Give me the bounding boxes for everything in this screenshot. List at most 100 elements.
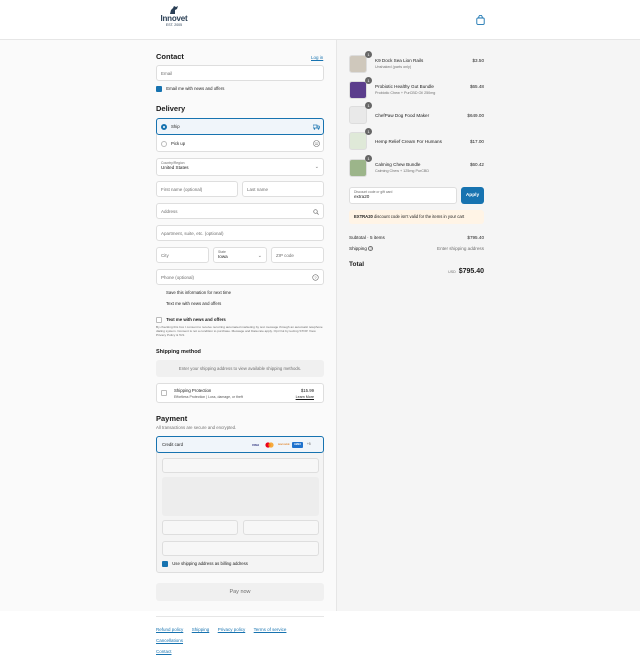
footer-links: Refund policy Shipping Privacy policy Te… [156,623,324,656]
discount-value: extra20 [354,194,370,200]
mastercard-icon [264,442,275,448]
total-value: $795.40 [458,268,484,275]
learn-more-link[interactable]: Learn More [296,395,314,399]
country-select[interactable]: Country/Region United States ⌄ [156,158,324,176]
product-thumbnail [349,106,367,124]
item-price: $3.50 [472,58,485,63]
billing-checkbox-row[interactable]: Use shipping address as billing address [162,561,248,567]
name-on-card-field[interactable] [162,541,319,556]
shopping-bag-icon[interactable] [476,15,485,25]
brand-name: Innovet [160,14,188,23]
footer-link-privacy[interactable]: Privacy policy [218,627,246,632]
quantity-badge: 1 [365,102,372,109]
text-offers-row[interactable]: Text me with news and offers [166,301,221,306]
subtotal-label: Subtotal · 5 items [349,235,385,240]
product-thumbnail [349,81,367,99]
chevron-down-icon: ⌄ [314,164,319,170]
delivery-heading: Delivery [156,104,186,113]
sms-disclaimer: By checking this box I consent to receiv… [156,325,323,337]
chevron-down-icon: ⌄ [257,253,262,259]
shipping-protection-card[interactable]: Shipping Protection Effortless Protectio… [156,383,324,403]
apply-button[interactable]: Apply [461,187,484,204]
discover-icon: DISCOVER [278,444,290,446]
shipping-value: Enter shipping address [437,246,484,251]
brand-logo[interactable]: Innovet EST. 2005 [158,5,190,27]
card-number-field[interactable] [162,458,319,473]
discount-field[interactable]: Discount code or gift card extra20 [349,187,457,204]
pay-now-button[interactable]: Pay now [156,583,324,601]
billing-label: Use shipping address as billing address [172,561,248,567]
footer-link-shipping[interactable]: Shipping [192,627,210,632]
footer-link-terms[interactable]: Terms of service [254,627,287,632]
total-label: Total [349,261,365,268]
save-info-row[interactable]: Save this information for next time [166,290,231,295]
shipping-method-heading: Shipping method [156,349,201,355]
delivery-option-ship[interactable]: Ship [156,118,324,135]
text-offers-label: Text me with news and offers [166,301,222,306]
first-name-field[interactable]: First name (optional) [156,181,238,197]
svg-text:?: ? [314,275,317,280]
header: Innovet EST. 2005 [0,0,640,40]
item-price: $65.48 [469,84,484,89]
delivery-option-pickup[interactable]: Pick up [157,136,323,152]
item-price: $60.42 [469,162,484,167]
card-fields-loading [162,477,319,516]
visa-icon: VISA [251,443,259,447]
login-link[interactable]: Log in [311,55,323,60]
footer-divider [156,616,324,617]
quantity-badge: 1 [365,51,372,58]
security-code-field[interactable] [243,520,319,535]
protection-desc: Effortless Protection | Loss, damage, or… [174,395,243,399]
footer-link-contact[interactable]: Contact [156,649,172,654]
item-variant: Probiotic Chew + PurCBD Oil 250mg [375,91,436,95]
item-variant: Calming Chew + 125mg PurCBD [375,169,430,173]
checkbox-unchecked[interactable] [156,317,162,323]
item-name: Hemp Relief Cream For Humans [375,139,442,144]
help-icon[interactable]: ? [368,246,374,252]
zip-placeholder: ZIP code [276,252,294,258]
currency-code: USD [448,270,456,274]
credit-card-label: Credit card [162,442,184,447]
zip-field[interactable]: ZIP code [271,247,324,263]
checkbox-checked[interactable] [162,561,168,567]
help-icon[interactable]: ? [312,274,319,281]
expiry-field[interactable] [162,520,238,535]
sms-heading: Text me with news and offers [166,317,226,323]
discount-error-code: EXTRA20 [354,214,373,219]
sms-optin-row[interactable]: Text me with news and offers [156,317,226,323]
address-field[interactable]: Address [156,203,324,219]
checkbox-checked[interactable] [156,86,162,92]
newsletter-checkbox-row[interactable]: Email me with news and offers [156,86,224,92]
credit-card-option[interactable]: Credit card VISA DISCOVER AMEX +5 [156,436,324,453]
checkbox-unchecked[interactable] [161,390,167,396]
truck-icon [313,124,320,130]
radio-selected[interactable] [161,124,167,130]
discount-error-banner: EXTRA20 discount code isn't valid for th… [349,210,484,224]
city-field[interactable]: City [156,247,209,263]
discount-error-text: discount code isn't valid for the items … [374,214,465,219]
brand-sub: EST. 2005 [165,23,183,27]
footer-link-refund[interactable]: Refund policy [156,627,183,632]
phone-field[interactable]: Phone (optional) ? [156,269,324,285]
footer-link-cancellations[interactable]: Cancellations [156,638,183,643]
apartment-field[interactable]: Apartment, suite, etc. (optional) [156,225,324,241]
item-price: $649.00 [467,113,484,118]
item-price: $17.00 [469,139,484,144]
search-icon [313,209,319,215]
country-value: United States [161,165,189,171]
state-select[interactable]: State Iowa ⌄ [213,247,267,263]
last-name-field[interactable]: Last name [242,181,324,197]
radio-unselected[interactable] [161,141,167,147]
last-name-placeholder: Last name [247,186,269,192]
ship-label: Ship [171,124,180,129]
amex-icon: AMEX [292,442,303,448]
payment-box: Credit card VISA DISCOVER AMEX +5 Use sh… [156,436,324,573]
apartment-placeholder: Apartment, suite, etc. (optional) [161,230,224,236]
product-thumbnail [349,55,367,73]
email-field[interactable]: Email [156,65,324,81]
shipping-label-row: Shipping ? [349,246,374,252]
contact-heading: Contact [156,52,184,61]
checkout-form-panel: Contact Log in Email Email me with news … [0,40,336,654]
item-name: Probiotic Healthy Gut Bundle [375,84,434,89]
product-thumbnail [349,132,367,150]
